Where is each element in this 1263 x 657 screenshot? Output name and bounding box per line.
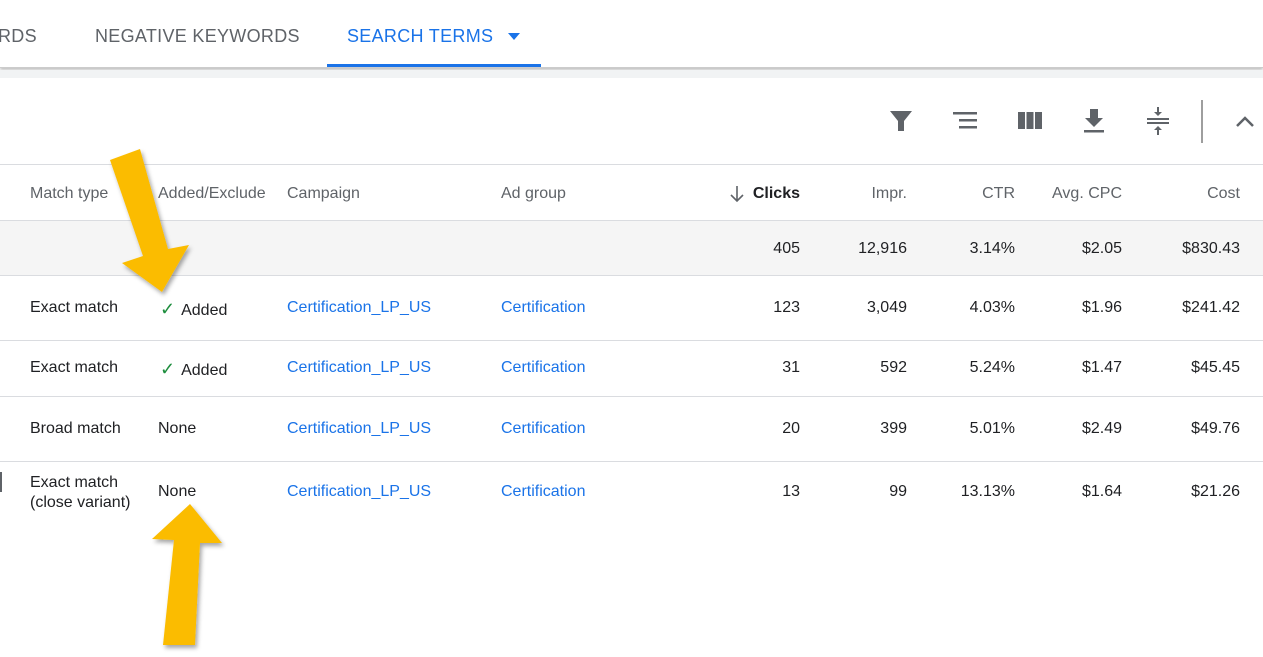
impr-value: 399 — [880, 419, 907, 437]
ad-group-link[interactable]: Certification — [501, 419, 585, 439]
tab-bar: RDS NEGATIVE KEYWORDS SEARCH TERMS — [0, 0, 1263, 68]
cost-value: $241.42 — [1182, 298, 1240, 316]
campaign-link[interactable]: Certification_LP_US — [287, 419, 431, 439]
divider — [0, 396, 1263, 397]
divider — [0, 275, 1263, 276]
tab-search-terms[interactable]: SEARCH TERMS — [347, 26, 493, 47]
divider — [0, 461, 1263, 462]
total-clicks: 405 — [773, 240, 800, 257]
cpc-value: $1.96 — [1081, 298, 1122, 316]
cost-value: $21.26 — [1191, 483, 1240, 500]
added-label: Added — [181, 362, 228, 379]
expand-collapse-icon[interactable] — [1143, 106, 1173, 136]
cpc-value: $1.64 — [1081, 483, 1122, 500]
clicks-value: 123 — [773, 298, 800, 316]
column-header-cost[interactable]: Cost — [1207, 184, 1240, 204]
column-header-campaign[interactable]: Campaign — [287, 184, 360, 204]
dropdown-caret-icon[interactable] — [508, 33, 520, 40]
ctr-value: 4.03% — [969, 298, 1015, 316]
ctr-value: 5.01% — [969, 419, 1015, 437]
clicks-value: 13 — [782, 483, 800, 500]
ad-group-link[interactable]: Certification — [501, 358, 585, 378]
segment-icon[interactable] — [950, 106, 980, 136]
impr-value: 99 — [889, 483, 907, 500]
ctr-value: 13.13% — [960, 483, 1015, 500]
column-header-added-exclude[interactable]: Added/Exclude — [158, 184, 266, 204]
annotation-arrow-up — [152, 504, 222, 645]
ad-group-link[interactable]: Certification — [501, 482, 585, 502]
total-cost: $830.43 — [1182, 240, 1240, 257]
added-status: ✓ Added — [160, 299, 227, 321]
annotation-arrows — [110, 149, 222, 645]
cost-value: $49.76 — [1191, 419, 1240, 437]
cost-value: $45.45 — [1191, 359, 1240, 376]
column-header-ad-group[interactable]: Ad group — [501, 184, 566, 204]
impr-value: 592 — [880, 359, 907, 376]
total-cpc: $2.05 — [1081, 240, 1122, 257]
clicks-value: 20 — [782, 419, 800, 437]
chevron-up-icon[interactable] — [1230, 106, 1260, 136]
match-type: Exact match — [30, 298, 119, 316]
impr-value: 3,049 — [866, 298, 907, 316]
column-header-impr[interactable]: Impr. — [871, 184, 907, 204]
divider — [0, 164, 1263, 165]
divider — [0, 70, 1263, 78]
campaign-link[interactable]: Certification_LP_US — [287, 298, 431, 318]
clicks-value: 31 — [782, 359, 800, 376]
ctr-value: 5.24% — [969, 359, 1015, 376]
cpc-value: $2.49 — [1081, 419, 1122, 437]
match-type: Broad match — [30, 419, 121, 437]
sort-descending-icon[interactable] — [729, 185, 745, 203]
added-status: ✓ Added — [160, 359, 227, 381]
check-icon: ✓ — [160, 359, 176, 379]
total-ctr: 3.14% — [969, 240, 1015, 257]
match-type: Exact match — [30, 359, 119, 376]
column-header-match-type[interactable]: Match type — [30, 184, 108, 204]
total-impr: 12,916 — [858, 240, 907, 257]
added-status: None — [158, 483, 197, 500]
columns-icon[interactable] — [1015, 106, 1045, 136]
active-tab-indicator — [327, 64, 541, 67]
column-header-avg-cpc[interactable]: Avg. CPC — [1052, 184, 1122, 204]
filter-icon[interactable] — [886, 106, 916, 136]
tab-negative-keywords[interactable]: NEGATIVE KEYWORDS — [95, 26, 300, 47]
campaign-link[interactable]: Certification_LP_US — [287, 482, 431, 502]
added-status: None — [158, 419, 197, 437]
check-icon: ✓ — [160, 298, 176, 319]
cpc-value: $1.47 — [1081, 359, 1122, 376]
campaign-link[interactable]: Certification_LP_US — [287, 358, 431, 378]
download-icon[interactable] — [1079, 106, 1109, 136]
column-header-ctr[interactable]: CTR — [982, 184, 1015, 204]
column-header-clicks[interactable]: Clicks — [753, 184, 800, 204]
totals-row — [0, 220, 1263, 275]
added-label: Added — [181, 301, 228, 319]
ad-group-link[interactable]: Certification — [501, 298, 585, 318]
row-edge-marker — [0, 472, 2, 492]
divider — [0, 340, 1263, 341]
match-type-line: Exact match — [30, 474, 119, 491]
match-type: Exact match (close variant) — [30, 473, 130, 513]
tab-keywords[interactable]: RDS — [0, 26, 37, 47]
match-type-line: (close variant) — [30, 494, 131, 511]
divider — [0, 220, 1263, 221]
toolbar-divider — [1201, 100, 1203, 143]
